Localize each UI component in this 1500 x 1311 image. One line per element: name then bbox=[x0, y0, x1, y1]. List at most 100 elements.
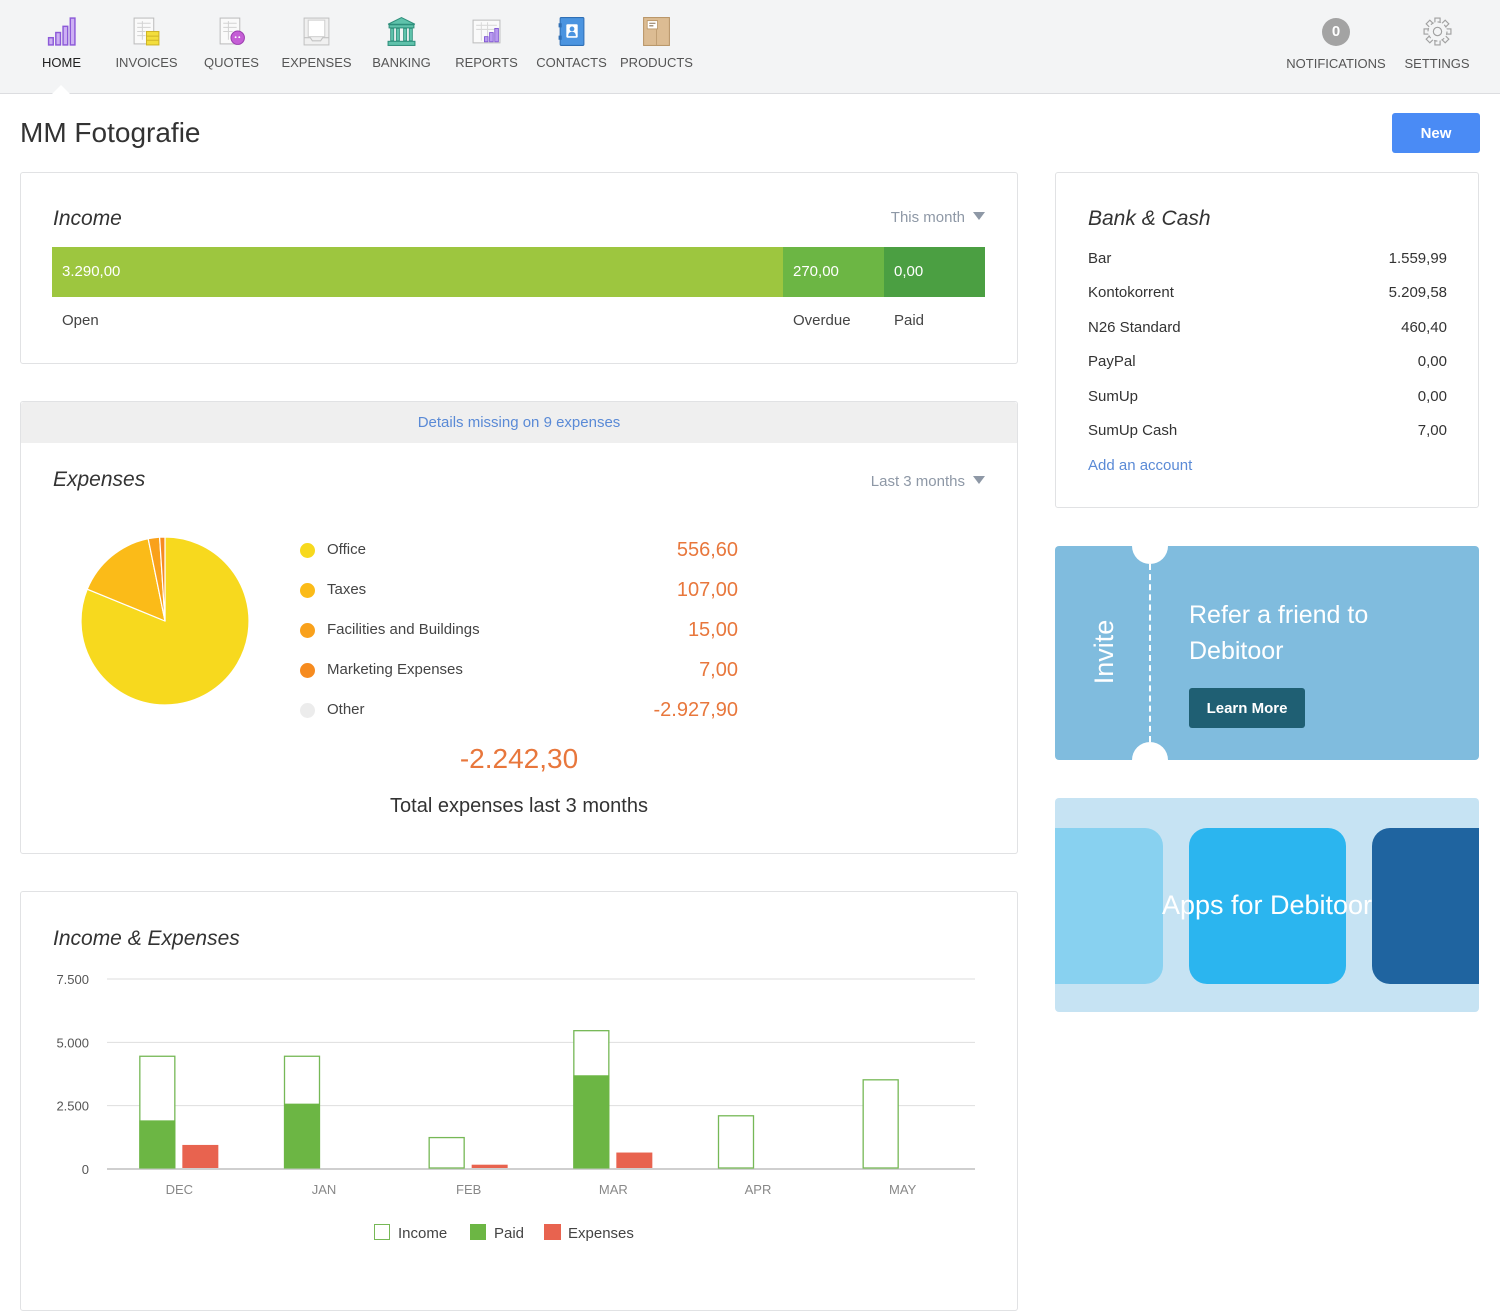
chart-legend: Income Paid Expenses bbox=[374, 1224, 634, 1242]
invite-banner: Invite Refer a friend to Debitoor Learn … bbox=[1055, 546, 1479, 760]
expense-category-value: -2.927,90 bbox=[653, 699, 738, 721]
bar-expenses-feb[interactable] bbox=[471, 1164, 508, 1168]
missing-details-banner: Details missing on 9 expenses bbox=[21, 402, 1017, 443]
x-tick-label: APR bbox=[745, 1182, 772, 1197]
learn-more-button[interactable]: Learn More bbox=[1189, 688, 1305, 728]
report-icon bbox=[472, 19, 501, 44]
bank-account-row[interactable]: Kontokorrent 5.209,58 bbox=[1088, 276, 1447, 310]
bar-paid-jan[interactable] bbox=[284, 1103, 320, 1168]
income-period-value: This month bbox=[890, 209, 965, 226]
expenses-total-label: Total expenses last 3 months bbox=[390, 795, 648, 817]
bar-paid-dec[interactable] bbox=[139, 1120, 176, 1168]
expense-category-row[interactable]: Marketing Expenses 7,00 bbox=[21, 658, 1017, 698]
missing-details-link[interactable]: Details missing on 9 expenses bbox=[418, 414, 621, 431]
bar-income-apr[interactable] bbox=[717, 1115, 755, 1169]
expense-category-label: Office bbox=[327, 541, 366, 558]
income-period-dropdown[interactable]: This month bbox=[891, 208, 985, 228]
notifications-button[interactable]: 0 NOTIFICATIONS bbox=[1281, 0, 1391, 93]
ticket-notch-top bbox=[1132, 546, 1168, 564]
account-balance: 1.559,99 bbox=[1388, 250, 1447, 267]
expense-category-value: 7,00 bbox=[699, 659, 738, 681]
nav-reports[interactable]: REPORTS bbox=[444, 0, 529, 93]
account-balance: 7,00 bbox=[1417, 421, 1447, 439]
apps-banner[interactable]: Apps for Debitoor bbox=[1055, 798, 1479, 1012]
income-segment-labels: Open Overdue Paid bbox=[52, 311, 985, 331]
add-account-link[interactable]: Add an account bbox=[1088, 449, 1192, 483]
account-balance: 460,40 bbox=[1401, 318, 1447, 336]
new-button[interactable]: New bbox=[1392, 113, 1480, 153]
contact-book-icon bbox=[558, 17, 585, 46]
nav-label: PRODUCTS bbox=[620, 55, 693, 70]
legend-dot-icon bbox=[300, 543, 315, 558]
expense-category-row[interactable]: Office 556,60 bbox=[21, 538, 1017, 578]
legend-expenses-swatch bbox=[544, 1224, 561, 1240]
quote-icon bbox=[219, 17, 245, 45]
income-expenses-card: Income & Expenses 0 2.500 5.000 7.500 DEC JA… bbox=[20, 891, 1018, 1311]
invite-tab-label: Invite bbox=[1089, 619, 1119, 685]
expense-category-label: Marketing Expenses bbox=[327, 661, 463, 678]
bank-cash-card: Bank & Cash Bar 1.559,99 Kontokorrent 5.20… bbox=[1055, 172, 1479, 508]
x-tick-label: MAY bbox=[889, 1182, 917, 1197]
legend-dot-icon bbox=[300, 623, 315, 638]
apps-title: Apps for Debitoor bbox=[1161, 890, 1373, 920]
account-balance: 5.209,58 bbox=[1388, 284, 1447, 302]
bank-account-row[interactable]: SumUp 0,00 bbox=[1088, 380, 1447, 414]
bar-expenses-dec[interactable] bbox=[182, 1144, 219, 1168]
expense-category-value: 556,60 bbox=[676, 539, 738, 561]
x-tick-label: DEC bbox=[166, 1182, 193, 1197]
account-name: Bar bbox=[1088, 250, 1112, 267]
nav-products[interactable]: PRODUCTS bbox=[614, 0, 699, 93]
expense-category-row[interactable]: Facilities and Buildings 15,00 bbox=[21, 618, 1017, 658]
nav-expenses[interactable]: EXPENSES bbox=[274, 0, 359, 93]
bank-icon bbox=[387, 16, 416, 46]
income-segment-open[interactable]: 3.290,00 bbox=[52, 247, 783, 297]
x-tick-label: JAN bbox=[312, 1182, 337, 1197]
income-label-open: Open bbox=[62, 312, 99, 329]
home-chart-icon bbox=[47, 17, 76, 46]
bank-account-row[interactable]: N26 Standard 460,40 bbox=[1088, 311, 1447, 345]
account-name: N26 Standard bbox=[1088, 318, 1181, 336]
bar-paid-mar[interactable] bbox=[573, 1075, 610, 1168]
nav-home[interactable]: HOME bbox=[19, 0, 104, 94]
legend-paid-swatch bbox=[470, 1224, 486, 1240]
expense-category-row[interactable]: Taxes 107,00 bbox=[21, 578, 1017, 618]
invoice-icon bbox=[133, 17, 160, 46]
bank-cash-title: Bank & Cash bbox=[1088, 207, 1211, 230]
bar-income-may[interactable] bbox=[862, 1079, 899, 1169]
legend-income-swatch bbox=[374, 1224, 390, 1240]
account-name: PayPal bbox=[1088, 353, 1136, 371]
expense-category-label: Facilities and Buildings bbox=[327, 621, 480, 638]
legend-dot-icon bbox=[300, 703, 315, 718]
x-tick-label: FEB bbox=[456, 1182, 481, 1197]
expense-category-row[interactable]: Other -2.927,90 bbox=[21, 698, 1017, 738]
page-title: MM Fotografie bbox=[20, 117, 201, 148]
expenses-period-dropdown[interactable]: Last 3 months bbox=[871, 472, 985, 492]
bank-account-row[interactable]: Bar 1.559,99 bbox=[1088, 242, 1447, 276]
nav-quotes[interactable]: QUOTES bbox=[189, 0, 274, 93]
account-balance: 0,00 bbox=[1417, 353, 1447, 371]
nav-contacts[interactable]: CONTACTS bbox=[529, 0, 614, 93]
y-tick-label: 7.500 bbox=[56, 972, 89, 987]
chevron-down-icon bbox=[973, 476, 985, 484]
nav-invoices[interactable]: INVOICES bbox=[104, 0, 189, 93]
bar-expenses-mar[interactable] bbox=[616, 1152, 653, 1168]
legend-paid-label: Paid bbox=[494, 1225, 524, 1242]
expenses-title: Expenses bbox=[53, 468, 146, 491]
expense-category-label: Taxes bbox=[327, 581, 367, 598]
active-indicator bbox=[52, 85, 70, 94]
income-segment-overdue[interactable]: 270,00 bbox=[783, 247, 884, 297]
income-label-overdue: Overdue bbox=[793, 312, 851, 329]
expenses-card: Details missing on 9 expenses Expenses L… bbox=[20, 401, 1018, 854]
legend-dot-icon bbox=[300, 583, 315, 598]
bank-account-row[interactable]: PayPal 0,00 bbox=[1088, 345, 1447, 379]
bar-income-feb[interactable] bbox=[428, 1136, 465, 1169]
main-nav: HOME INVOICES QUOTES EXPENSES BANKING RE… bbox=[19, 0, 699, 94]
income-card: Income This month 3.290,00 270,00 0,00 O… bbox=[20, 172, 1018, 364]
legend-dot-icon bbox=[300, 663, 315, 678]
nav-banking[interactable]: BANKING bbox=[359, 0, 444, 93]
income-segment-paid[interactable]: 0,00 bbox=[884, 247, 985, 297]
ticket-perforation bbox=[1149, 564, 1151, 742]
settings-button[interactable]: SETTINGS bbox=[1382, 0, 1492, 93]
account-name: SumUp Cash bbox=[1088, 421, 1178, 439]
bank-account-row[interactable]: SumUp Cash 7,00 bbox=[1088, 414, 1447, 448]
